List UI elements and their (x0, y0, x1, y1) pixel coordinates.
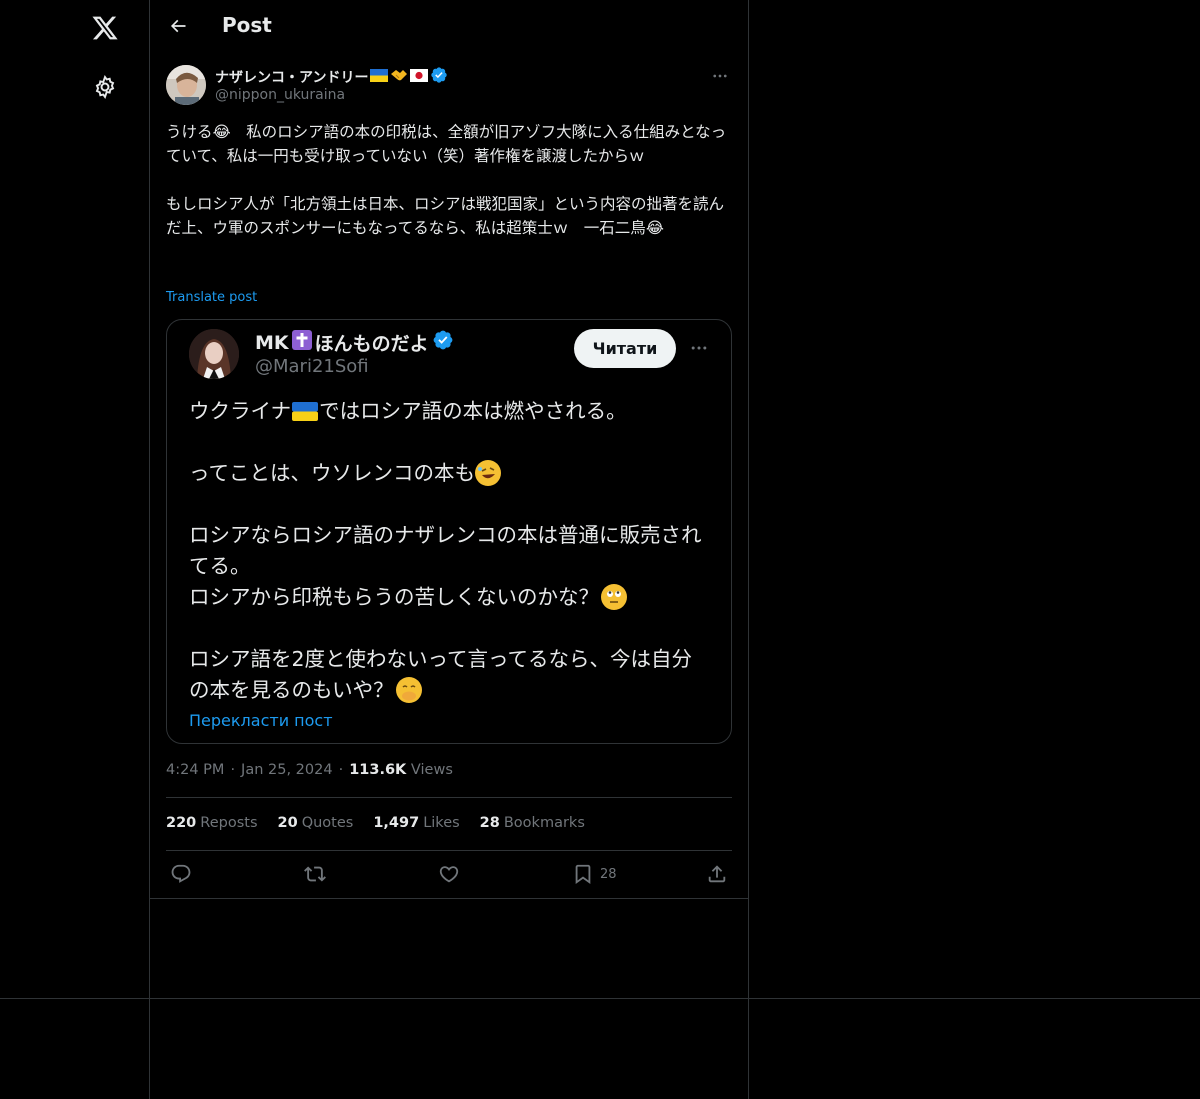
quotes-count: 20 (277, 815, 298, 831)
japan-flag-icon (410, 68, 429, 86)
handshake-icon (390, 68, 408, 86)
views-count: 113.6K (349, 762, 407, 778)
divider (166, 850, 732, 851)
divider (166, 797, 732, 798)
column-divider-right (748, 0, 749, 1099)
views-label: Views (410, 762, 453, 778)
post-meta: 4:24 PM · Jan 25, 2024 · 113.6K Views (166, 762, 453, 778)
quoted-post-image[interactable]: MK ほんものだよ @Mari21Sofi Читати ウクライナ ではロシア語… (166, 319, 732, 744)
bookmarks-label: Bookmarks (503, 815, 585, 831)
quoted-line: ロシア語を2度と使わないって言ってるなら、今は自分の本を見るのもいや？ (189, 647, 692, 702)
quotes-stat[interactable]: 20 Quotes (278, 815, 354, 831)
post-paragraph: うける😂 私のロシア語の本の印税は、全額が旧アゾフ大隊に入る仕組みとなっていて、… (166, 123, 727, 165)
gear-icon[interactable] (83, 65, 127, 109)
quoted-line: ロシアならロシア語のナザレンコの本は普通に販売されてる。 (189, 523, 702, 578)
left-nav (0, 0, 149, 1099)
reply-icon (171, 864, 191, 883)
quotes-label: Quotes (301, 815, 354, 831)
quoted-paragraph: ロシアならロシア語のナザレンコの本は普通に販売されてる。ロシアから印税もらうの苦… (189, 520, 709, 613)
top-bar: Post (150, 0, 748, 55)
more-dots-icon[interactable] (708, 64, 732, 88)
post-author: ナザレンコ・アンドリー @nippon_ukuraina (166, 64, 732, 108)
footer-divider (0, 998, 1200, 999)
column-divider-left (149, 0, 150, 1099)
author-handle[interactable]: @nippon_ukuraina (215, 87, 345, 103)
like-button[interactable] (438, 860, 460, 888)
bookmark-action-count: 28 (600, 866, 617, 882)
main-column: Post ナザレンコ・アンドリー @nippon_ukuraina うける😂 私… (150, 0, 748, 899)
more-dots-icon (686, 336, 712, 360)
reposts-stat[interactable]: 220 Reposts (166, 815, 258, 831)
heart-icon (439, 866, 459, 883)
verified-badge-icon (432, 329, 454, 356)
post-date[interactable]: Jan 25, 2024 (241, 762, 333, 778)
eye-roll-emoji-icon (601, 584, 627, 610)
author-name-row[interactable]: ナザレンコ・アンドリー (215, 66, 448, 88)
reply-button[interactable] (170, 860, 192, 888)
quoted-paragraph: ってことは、ウソレンコの本も (189, 458, 709, 489)
rofl-emoji-icon (474, 460, 501, 486)
views-stat: 113.6K Views (349, 762, 453, 778)
author-name[interactable]: ナザレンコ・アンドリー (215, 67, 368, 87)
ukraine-flag-icon (292, 402, 319, 421)
quoted-line: ではロシア語の本は燃やされる。 (319, 399, 627, 423)
quoted-paragraph: ウクライナ ではロシア語の本は燃やされる。 (189, 396, 709, 427)
translate-post-link[interactable]: Translate post (166, 290, 257, 305)
post-time[interactable]: 4:24 PM (166, 762, 224, 778)
post-paragraph: もしロシア人が「北方領土は日本、ロシアは戦犯国家」という内容の拙著を読んだ上、ウ… (166, 195, 725, 237)
quoted-paragraph: ロシア語を2度と使わないって言ってるなら、今は自分の本を見るのもいや？ (189, 644, 709, 706)
page-title: Post (222, 13, 272, 37)
repost-icon (304, 866, 326, 882)
meta-dot: · (338, 762, 344, 778)
share-icon (708, 865, 726, 883)
quoted-name-suffix: ほんものだよ (314, 333, 429, 355)
quoted-avatar (189, 329, 239, 379)
quoted-author-handle: @Mari21Sofi (255, 356, 369, 377)
quoted-line: ウクライナ (189, 399, 292, 423)
engagement-stats: 220 Reposts 20 Quotes 1,497 Likes 28 Bookmar… (166, 815, 585, 831)
likes-label: Likes (423, 815, 460, 831)
action-bar: 28 (166, 860, 732, 890)
ukraine-flag-icon (370, 68, 389, 86)
back-arrow-icon[interactable] (160, 8, 196, 44)
bookmark-icon (575, 864, 591, 885)
bookmarks-stat[interactable]: 28 Bookmarks (480, 815, 585, 831)
cross-icon (291, 330, 312, 355)
likes-count: 1,497 (373, 815, 420, 831)
reposts-label: Reposts (200, 815, 258, 831)
reposts-count: 220 (166, 815, 197, 831)
avatar[interactable] (166, 65, 206, 105)
hand-over-mouth-emoji-icon (395, 677, 422, 703)
verified-badge-icon (430, 66, 448, 88)
quoted-line: ってことは、ウソレンコの本も (189, 461, 475, 485)
share-button[interactable] (706, 860, 728, 888)
quoted-author-name: MK ほんものだよ (255, 329, 454, 356)
quoted-name-prefix: MK (255, 331, 289, 354)
quoted-translate-link: Перекласти пост (189, 711, 333, 730)
likes-stat[interactable]: 1,497 Likes (373, 815, 459, 831)
post-text: うける😂 私のロシア語の本の印税は、全額が旧アゾフ大隊に入る仕組みとなっていて、… (166, 120, 732, 240)
quoted-line: ロシアから印税もらうの苦しくないのかな？ (189, 585, 599, 609)
bookmark-button[interactable]: 28 (572, 860, 617, 888)
divider (150, 898, 748, 899)
meta-dot: · (230, 762, 236, 778)
x-logo-icon[interactable] (83, 6, 127, 50)
bookmarks-count: 28 (479, 815, 500, 831)
quoted-text: ウクライナ ではロシア語の本は燃やされる。 ってことは、ウソレンコの本も ロシアな… (189, 396, 709, 706)
follow-button: Читати (574, 329, 676, 368)
repost-button[interactable] (304, 860, 326, 888)
